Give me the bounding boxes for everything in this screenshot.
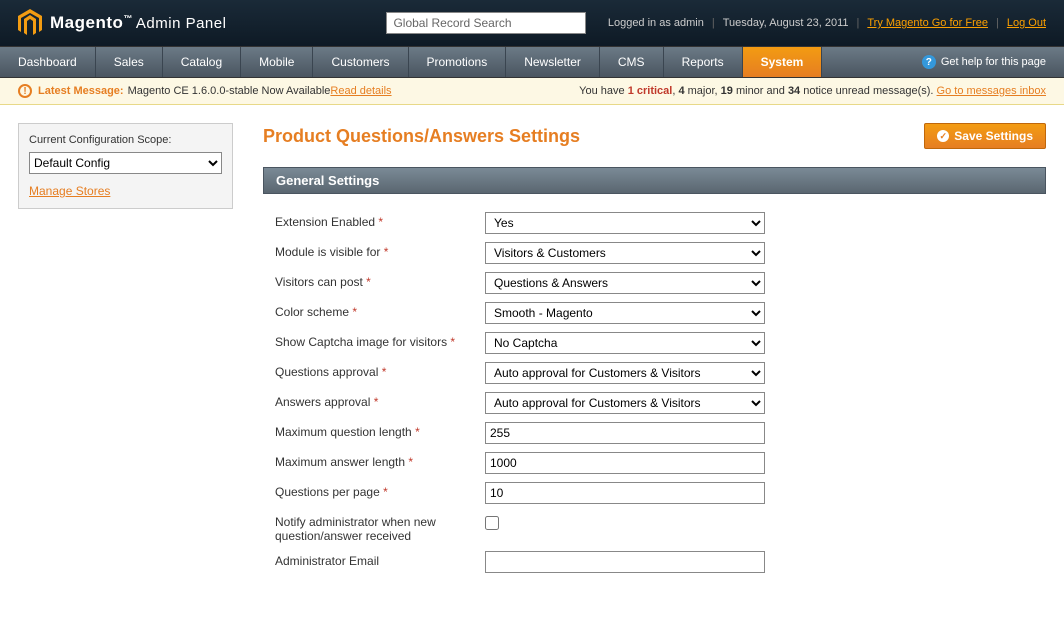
row-admin-email: Administrator Email	[275, 551, 1034, 573]
message-summary: You have 1 critical, 4 major, 19 minor a…	[579, 85, 1046, 97]
checkbox-notify-admin[interactable]	[485, 516, 499, 530]
header: Magento™Admin Panel Logged in as admin |…	[0, 0, 1064, 46]
select-extension-enabled[interactable]: Yes	[485, 212, 765, 234]
select-answers-approval[interactable]: Auto approval for Customers & Visitors	[485, 392, 765, 414]
row-max-answer-length: Maximum answer length *	[275, 452, 1034, 474]
label-captcha: Show Captcha image for visitors	[275, 335, 450, 349]
form-body: Extension Enabled * Yes Module is visibl…	[263, 194, 1046, 599]
label-color-scheme: Color scheme	[275, 305, 352, 319]
label-questions-approval: Questions approval	[275, 365, 382, 379]
minor-text: minor and	[733, 85, 788, 97]
notice-text: notice unread message(s).	[800, 85, 936, 97]
nav-mobile[interactable]: Mobile	[241, 47, 313, 77]
alert-icon: !	[18, 84, 32, 98]
logo[interactable]: Magento™Admin Panel	[18, 9, 226, 37]
magento-logo-icon	[18, 9, 42, 37]
read-details-link[interactable]: Read details	[330, 85, 391, 97]
row-captcha: Show Captcha image for visitors * No Cap…	[275, 332, 1034, 354]
nav-system[interactable]: System	[743, 47, 823, 77]
select-visitors-post[interactable]: Questions & Answers	[485, 272, 765, 294]
main-nav: Dashboard Sales Catalog Mobile Customers…	[0, 46, 1064, 78]
critical-count: 1 critical	[628, 85, 673, 97]
brand-subtitle: Admin Panel	[136, 15, 227, 32]
separator: |	[712, 17, 715, 29]
section-header[interactable]: General Settings	[263, 167, 1046, 194]
label-questions-per-page: Questions per page	[275, 485, 383, 499]
global-search-input[interactable]	[386, 12, 586, 34]
logged-in-text: Logged in as admin	[608, 17, 704, 29]
help-text: Get help for this page	[941, 56, 1046, 68]
row-max-question-length: Maximum question length *	[275, 422, 1034, 444]
scope-label: Current Configuration Scope:	[29, 134, 222, 146]
label-notify-admin: Notify administrator when new question/a…	[275, 515, 436, 543]
row-visitors-post: Visitors can post * Questions & Answers	[275, 272, 1034, 294]
brand-name: Magento	[50, 13, 123, 32]
row-questions-approval: Questions approval * Auto approval for C…	[275, 362, 1034, 384]
row-answers-approval: Answers approval * Auto approval for Cus…	[275, 392, 1034, 414]
label-answers-approval: Answers approval	[275, 395, 374, 409]
separator: |	[996, 17, 999, 29]
input-max-question-length[interactable]	[485, 422, 765, 444]
row-notify-admin: Notify administrator when new question/a…	[275, 512, 1034, 543]
page-title: Product Questions/Answers Settings	[263, 126, 580, 147]
label-admin-email: Administrator Email	[275, 554, 379, 568]
content: Product Questions/Answers Settings ✓ Sav…	[263, 123, 1046, 599]
sidebar: Current Configuration Scope: Default Con…	[18, 123, 233, 209]
check-icon: ✓	[937, 130, 949, 142]
save-label: Save Settings	[954, 129, 1033, 143]
main-area: Current Configuration Scope: Default Con…	[0, 105, 1064, 617]
nav-reports[interactable]: Reports	[664, 47, 743, 77]
page-header: Product Questions/Answers Settings ✓ Sav…	[263, 123, 1046, 149]
select-captcha[interactable]: No Captcha	[485, 332, 765, 354]
row-extension-enabled: Extension Enabled * Yes	[275, 212, 1034, 234]
latest-message-text: Magento CE 1.6.0.0-stable Now Available	[128, 85, 331, 97]
label-extension-enabled: Extension Enabled	[275, 215, 378, 229]
nav-dashboard[interactable]: Dashboard	[0, 47, 96, 77]
minor-count: 19	[721, 85, 733, 97]
nav-customers[interactable]: Customers	[313, 47, 408, 77]
row-color-scheme: Color scheme * Smooth - Magento	[275, 302, 1034, 324]
nav-promotions[interactable]: Promotions	[409, 47, 507, 77]
input-max-answer-length[interactable]	[485, 452, 765, 474]
manage-stores-link[interactable]: Manage Stores	[29, 184, 222, 198]
nav-help[interactable]: ? Get help for this page	[904, 47, 1064, 77]
label-max-question-length: Maximum question length	[275, 425, 415, 439]
label-max-answer-length: Maximum answer length	[275, 455, 408, 469]
label-module-visible: Module is visible for	[275, 245, 384, 259]
input-admin-email[interactable]	[485, 551, 765, 573]
input-questions-per-page[interactable]	[485, 482, 765, 504]
header-right: Logged in as admin | Tuesday, August 23,…	[608, 17, 1046, 29]
nav-newsletter[interactable]: Newsletter	[506, 47, 600, 77]
select-module-visible[interactable]: Visitors & Customers	[485, 242, 765, 264]
save-settings-button[interactable]: ✓ Save Settings	[924, 123, 1046, 149]
help-icon: ?	[922, 55, 936, 69]
latest-message-label: Latest Message:	[38, 85, 124, 97]
nav-cms[interactable]: CMS	[600, 47, 664, 77]
inbox-link[interactable]: Go to messages inbox	[937, 85, 1046, 97]
nav-catalog[interactable]: Catalog	[163, 47, 241, 77]
message-bar: ! Latest Message: Magento CE 1.6.0.0-sta…	[0, 78, 1064, 105]
major-text: major,	[685, 85, 721, 97]
select-color-scheme[interactable]: Smooth - Magento	[485, 302, 765, 324]
separator: |	[857, 17, 860, 29]
select-questions-approval[interactable]: Auto approval for Customers & Visitors	[485, 362, 765, 384]
tm-symbol: ™	[123, 13, 133, 23]
row-module-visible: Module is visible for * Visitors & Custo…	[275, 242, 1034, 264]
notice-count: 34	[788, 85, 800, 97]
you-have-text: You have	[579, 85, 628, 97]
try-magento-link[interactable]: Try Magento Go for Free	[867, 17, 988, 29]
scope-select[interactable]: Default Config	[29, 152, 222, 174]
label-visitors-post: Visitors can post	[275, 275, 366, 289]
nav-sales[interactable]: Sales	[96, 47, 163, 77]
row-questions-per-page: Questions per page *	[275, 482, 1034, 504]
date-text: Tuesday, August 23, 2011	[723, 17, 849, 29]
logout-link[interactable]: Log Out	[1007, 17, 1046, 29]
